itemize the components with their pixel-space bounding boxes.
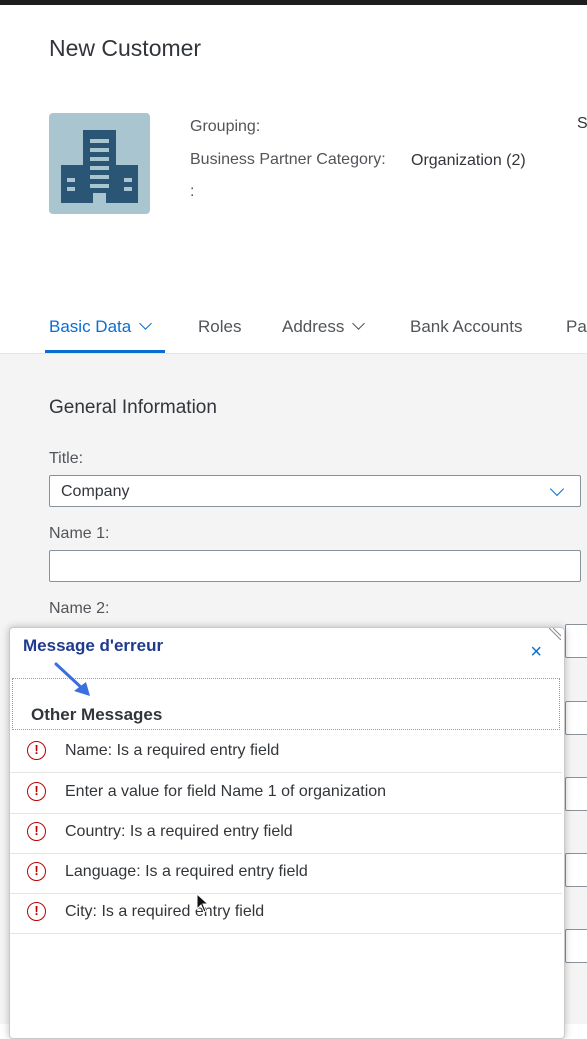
tab-label: Basic Data	[49, 317, 132, 336]
error-icon: !	[27, 862, 46, 881]
tab-label: Address	[282, 317, 345, 336]
message-text: Name: Is a required entry field	[65, 742, 280, 759]
message-item[interactable]: ! Enter a value for field Name 1 of orga…	[10, 773, 562, 814]
message-text: City: Is a required entry field	[65, 903, 265, 920]
message-item[interactable]: ! Name: Is a required entry field	[10, 732, 562, 773]
chevron-down-icon[interactable]	[549, 481, 565, 497]
title-select[interactable]: Company	[49, 475, 581, 507]
tab-bank-accounts[interactable]: Bank Accounts	[410, 317, 522, 337]
section-title: General Information	[49, 397, 217, 418]
object-header: New Customer Grouping: Business Partner …	[0, 5, 587, 353]
form-input[interactable]	[565, 701, 587, 735]
grouping-label: Grouping:	[190, 118, 261, 135]
group-header-label: Other Messages	[31, 705, 163, 724]
title-label: Title:	[49, 450, 84, 467]
message-item[interactable]: ! Language: Is a required entry field	[10, 853, 562, 894]
resize-grip-icon	[549, 628, 561, 640]
annotation-label: Message d'erreur	[23, 636, 164, 655]
extra-label: :	[190, 183, 195, 200]
category-value: Organization (2)	[411, 152, 526, 169]
tab-address[interactable]: Address	[282, 317, 366, 337]
avatar	[49, 113, 150, 214]
message-text: Language: Is a required entry field	[65, 863, 308, 880]
title-select-value: Company	[61, 483, 130, 500]
selected-tab-indicator	[45, 350, 165, 353]
close-icon[interactable]: ×	[530, 642, 542, 662]
tab-label: Bank Accounts	[410, 317, 523, 336]
message-text: Enter a value for field Name 1 of organi…	[65, 783, 387, 800]
name2-label: Name 2:	[49, 600, 110, 617]
chevron-down-icon	[352, 317, 366, 330]
name1-input[interactable]	[49, 550, 581, 582]
tab-bar: Basic Data Roles Address Bank Accounts P…	[0, 305, 587, 354]
chevron-down-icon	[139, 317, 153, 330]
message-item[interactable]: ! City: Is a required entry field	[10, 893, 562, 934]
error-icon: !	[27, 782, 46, 801]
tab-label: Roles	[198, 317, 242, 336]
tab-roles[interactable]: Roles	[198, 317, 241, 337]
annotation-arrow-icon	[54, 662, 90, 696]
tab-payment[interactable]: Pa	[566, 317, 587, 337]
building-icon	[61, 130, 138, 203]
form-input[interactable]	[565, 929, 587, 963]
mouse-cursor-icon	[196, 893, 210, 913]
message-text: Country: Is a required entry field	[65, 823, 293, 840]
form-input[interactable]	[565, 777, 587, 811]
error-icon: !	[27, 741, 46, 760]
name1-label: Name 1:	[49, 525, 110, 542]
message-item[interactable]: ! Country: Is a required entry field	[10, 813, 562, 854]
header-right-fragment: S	[577, 115, 587, 132]
form-input[interactable]	[565, 853, 587, 887]
error-icon: !	[27, 902, 46, 921]
name2-input[interactable]	[565, 624, 587, 658]
error-icon: !	[27, 822, 46, 841]
category-label: Business Partner Category:	[190, 151, 386, 168]
tab-basic-data[interactable]: Basic Data	[49, 317, 153, 337]
tab-label: Pa	[566, 317, 587, 336]
page-title: New Customer	[49, 35, 202, 61]
